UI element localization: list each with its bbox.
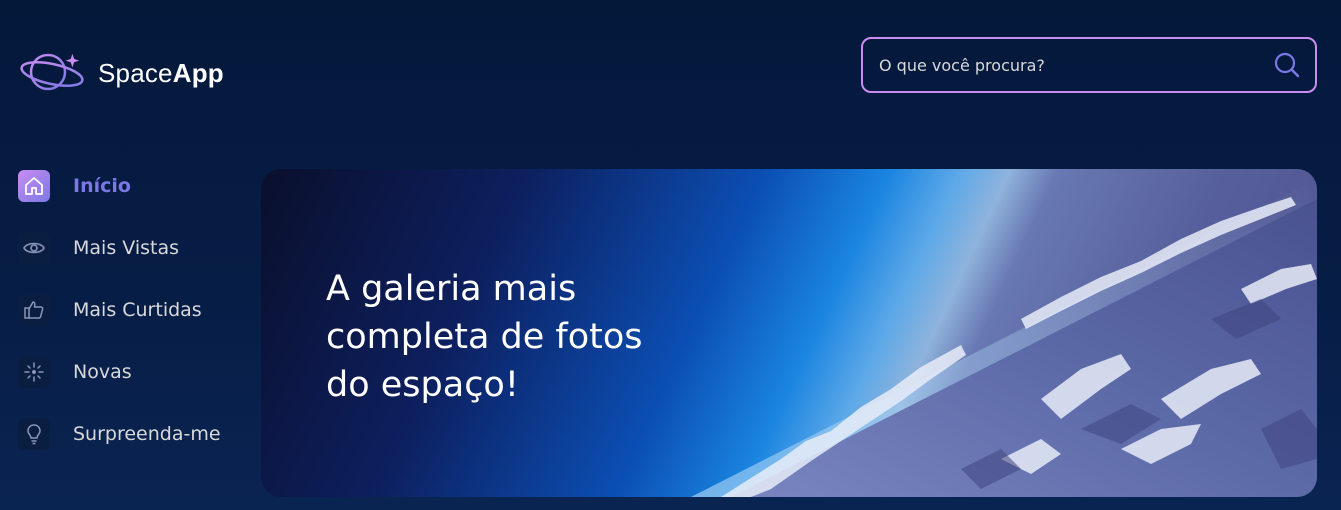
sidebar-item-label: Mais Vistas — [73, 237, 180, 259]
sidebar-item-label: Novas — [73, 361, 132, 383]
sidebar-item-label: Início — [73, 175, 131, 197]
sidebar-item-label: Mais Curtidas — [73, 299, 202, 321]
eye-icon — [18, 232, 50, 264]
banner-title: A galeria mais completa de fotos do espa… — [326, 269, 643, 405]
lightbulb-icon — [18, 418, 50, 450]
app-logo[interactable]: SpaceApp — [20, 47, 224, 99]
sidebar-nav: Início Mais Vistas Mais Curtidas Novas S… — [18, 168, 238, 478]
sidebar-item-mais-vistas[interactable]: Mais Vistas — [18, 230, 238, 266]
logo-text: SpaceApp — [98, 57, 224, 88]
sidebar-item-inicio[interactable]: Início — [18, 168, 238, 204]
hero-banner: A galeria mais completa de fotos do espa… — [261, 169, 1317, 497]
home-icon — [18, 170, 50, 202]
sidebar-item-novas[interactable]: Novas — [18, 354, 238, 390]
sidebar-item-mais-curtidas[interactable]: Mais Curtidas — [18, 292, 238, 328]
search-icon[interactable] — [1273, 51, 1301, 79]
sidebar-item-surpreenda-me[interactable]: Surpreenda-me — [18, 416, 238, 452]
sidebar-item-label: Surpreenda-me — [73, 423, 221, 445]
sparkle-icon — [18, 356, 50, 388]
search-input[interactable] — [879, 55, 1273, 75]
thumbs-up-icon — [18, 294, 50, 326]
planet-icon — [20, 47, 92, 99]
search-box — [861, 37, 1317, 93]
